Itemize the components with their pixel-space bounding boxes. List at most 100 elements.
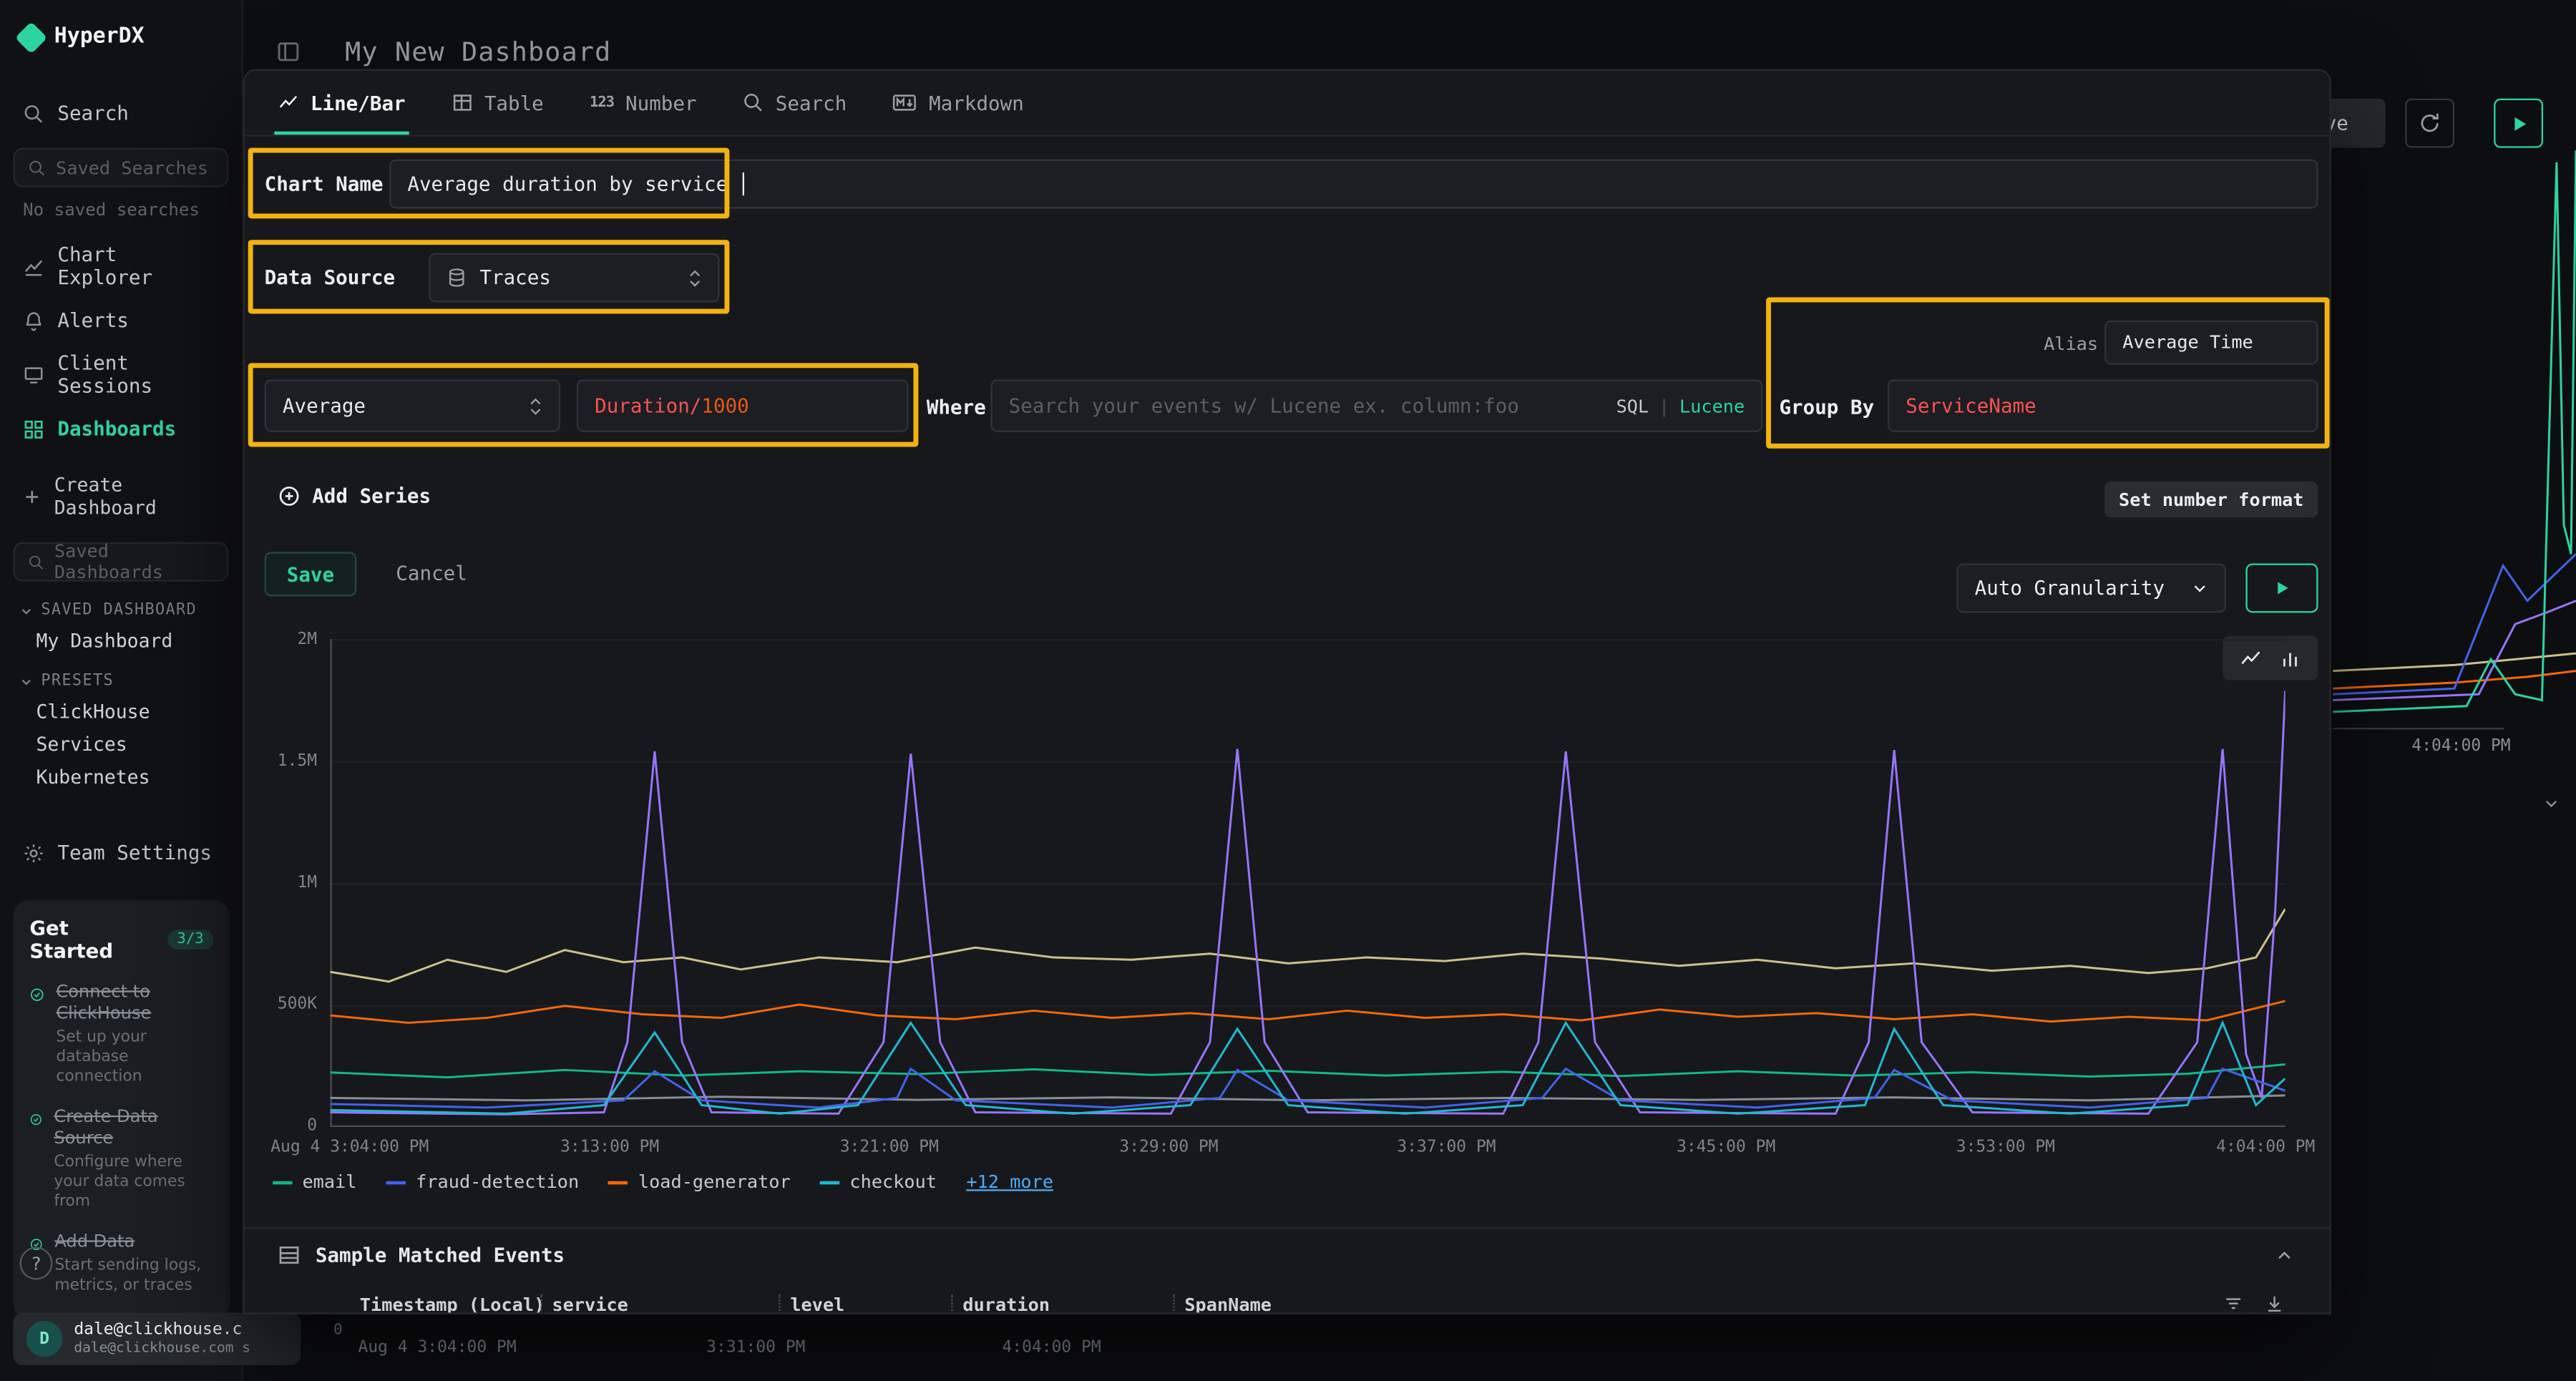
table-icon xyxy=(278,1244,301,1267)
plus-circle-icon xyxy=(278,484,301,507)
alias-label: Alias xyxy=(2044,333,2098,355)
aggregation-field-input[interactable]: Duration/1000 xyxy=(577,379,909,431)
column-divider[interactable] xyxy=(779,1294,780,1314)
collapse-section-icon[interactable] xyxy=(2275,1247,2293,1265)
bottom-chart-tick: Aug 4 3:04:00 PM xyxy=(358,1339,517,1357)
legend-item[interactable]: fraud-detection xyxy=(386,1171,579,1193)
where-search-input[interactable]: Search your events w/ Lucene ex. column:… xyxy=(990,379,1762,431)
sidebar-item-clickhouse[interactable]: ClickHouse xyxy=(0,690,241,723)
tab-search[interactable]: Search xyxy=(743,71,847,135)
column-header-service[interactable]: service xyxy=(552,1294,628,1314)
legend-more-link[interactable]: +12 more xyxy=(966,1171,1053,1193)
column-divider[interactable] xyxy=(1173,1294,1174,1314)
section-presets[interactable]: PRESETS xyxy=(0,652,241,690)
background-chart xyxy=(2333,141,2576,729)
line-chart-icon xyxy=(278,92,299,114)
save-button[interactable]: Save xyxy=(265,552,357,596)
column-divider[interactable] xyxy=(951,1294,952,1314)
chevron-down-icon[interactable] xyxy=(2543,795,2560,811)
main-chart-svg[interactable] xyxy=(330,639,2285,1127)
chart-name-label: Chart Name xyxy=(265,172,384,195)
sidebar-item-team-settings[interactable]: Team Settings xyxy=(0,831,241,874)
group-by-input[interactable]: ServiceName xyxy=(1888,379,2318,431)
sidebar-item-client-sessions[interactable]: Client Sessions xyxy=(0,342,241,408)
alias-input[interactable]: Average Time xyxy=(2104,321,2318,365)
legend-swatch xyxy=(273,1181,293,1184)
no-saved-searches-text: No saved searches xyxy=(0,187,241,220)
divider xyxy=(245,1227,2329,1229)
legend-item[interactable]: checkout xyxy=(820,1171,937,1193)
tab-line-bar[interactable]: Line/Bar xyxy=(278,71,406,135)
chart-name-input[interactable]: Average duration by service xyxy=(389,160,2318,209)
lucene-toggle[interactable]: Lucene xyxy=(1679,395,1745,416)
data-source-select[interactable]: Traces xyxy=(429,253,719,303)
run-button[interactable] xyxy=(2494,99,2543,148)
markdown-icon xyxy=(893,92,917,114)
tab-table[interactable]: Table xyxy=(452,71,544,135)
sidebar-item-services[interactable]: Services xyxy=(0,723,241,756)
query-language-toggle: SQL | Lucene xyxy=(1616,395,1745,416)
tab-number[interactable]: 123 Number xyxy=(590,71,697,135)
bottom-chart-tick: 3:31:00 PM xyxy=(706,1339,805,1357)
get-started-badge: 3/3 xyxy=(167,929,214,950)
sidebar-item-chart-explorer[interactable]: Chart Explorer xyxy=(0,233,241,299)
aggregation-select[interactable]: Average xyxy=(265,379,560,431)
filter-icon[interactable] xyxy=(2223,1293,2244,1314)
sidebar-item-dashboards[interactable]: Dashboards xyxy=(0,407,241,450)
table-icon xyxy=(452,92,473,114)
search-icon xyxy=(23,102,44,124)
saved-searches-input[interactable]: Saved Searches xyxy=(13,148,228,187)
user-menu[interactable]: D dale@clickhouse.c dale@clickhouse.com … xyxy=(13,1312,301,1365)
sidebar-item-kubernetes[interactable]: Kubernetes xyxy=(0,756,241,789)
granularity-select[interactable]: Auto Granularity xyxy=(1956,563,2226,613)
column-divider[interactable] xyxy=(540,1294,542,1314)
saved-searches-placeholder: Saved Searches xyxy=(56,157,208,178)
legend-item[interactable]: email xyxy=(273,1171,356,1193)
background-chart-xlabel: 4:04:00 PM xyxy=(2411,738,2510,756)
search-icon xyxy=(743,92,764,114)
column-header-spanname[interactable]: SpanName xyxy=(1184,1294,1272,1314)
get-started-item[interactable]: Create Data Source Configure where your … xyxy=(29,1107,213,1212)
x-tick: Aug 4 3:04:00 PM xyxy=(270,1138,429,1156)
select-chevrons-icon xyxy=(688,268,701,286)
get-started-item[interactable]: Add Data Start sending logs, metrics, or… xyxy=(29,1231,213,1295)
get-started-title: Get Started xyxy=(29,917,154,962)
avatar: D xyxy=(26,1321,63,1357)
sidebar-item-alerts[interactable]: Alerts xyxy=(0,299,241,342)
download-icon[interactable] xyxy=(2264,1293,2285,1314)
column-header-level[interactable]: level xyxy=(790,1294,844,1314)
help-button[interactable]: ? xyxy=(20,1247,53,1280)
x-tick: 3:45:00 PM xyxy=(1677,1138,1775,1156)
sql-toggle[interactable]: SQL xyxy=(1616,395,1649,416)
brand[interactable]: HyperDX xyxy=(0,0,241,49)
chart-legend: email fraud-detection load-generator che… xyxy=(273,1171,1053,1193)
refresh-icon xyxy=(2419,112,2441,135)
sidebar-collapse-icon[interactable] xyxy=(276,39,301,64)
column-header-timestamp[interactable]: Timestamp (Local) xyxy=(360,1294,545,1314)
x-tick: 3:29:00 PM xyxy=(1119,1138,1218,1156)
set-number-format-button[interactable]: Set number format xyxy=(2104,482,2318,518)
column-header-duration[interactable]: duration xyxy=(962,1294,1050,1314)
saved-dashboards-input[interactable]: Saved Dashboards xyxy=(13,542,228,582)
tab-markdown[interactable]: Markdown xyxy=(893,71,1024,135)
x-tick: 3:13:00 PM xyxy=(560,1138,659,1156)
refresh-button[interactable] xyxy=(2405,99,2454,148)
cancel-button[interactable]: Cancel xyxy=(396,562,467,585)
where-placeholder: Search your events w/ Lucene ex. column:… xyxy=(1009,394,1604,417)
chevron-down-icon xyxy=(20,604,33,617)
section-saved-dashboard[interactable]: SAVED DASHBOARD xyxy=(0,582,241,620)
monitor-icon xyxy=(23,364,44,386)
legend-swatch xyxy=(820,1181,840,1184)
sidebar-item-search[interactable]: Search xyxy=(0,92,241,135)
chart-explorer-icon xyxy=(23,255,44,277)
legend-item[interactable]: load-generator xyxy=(609,1171,791,1193)
run-query-button[interactable] xyxy=(2245,563,2318,613)
sidebar-item-my-dashboard[interactable]: My Dashboard xyxy=(0,620,241,653)
user-name: dale@clickhouse.c xyxy=(74,1321,250,1341)
create-dashboard-button[interactable]: Create Dashboard xyxy=(0,463,241,529)
get-started-item[interactable]: Connect to ClickHouse Set up your databa… xyxy=(29,982,213,1088)
add-series-button[interactable]: Add Series xyxy=(278,484,431,507)
search-icon xyxy=(28,553,44,571)
dashboard-title[interactable]: My New Dashboard xyxy=(345,36,611,68)
sidebar: HyperDX Search Saved Searches No saved s… xyxy=(0,0,243,1381)
